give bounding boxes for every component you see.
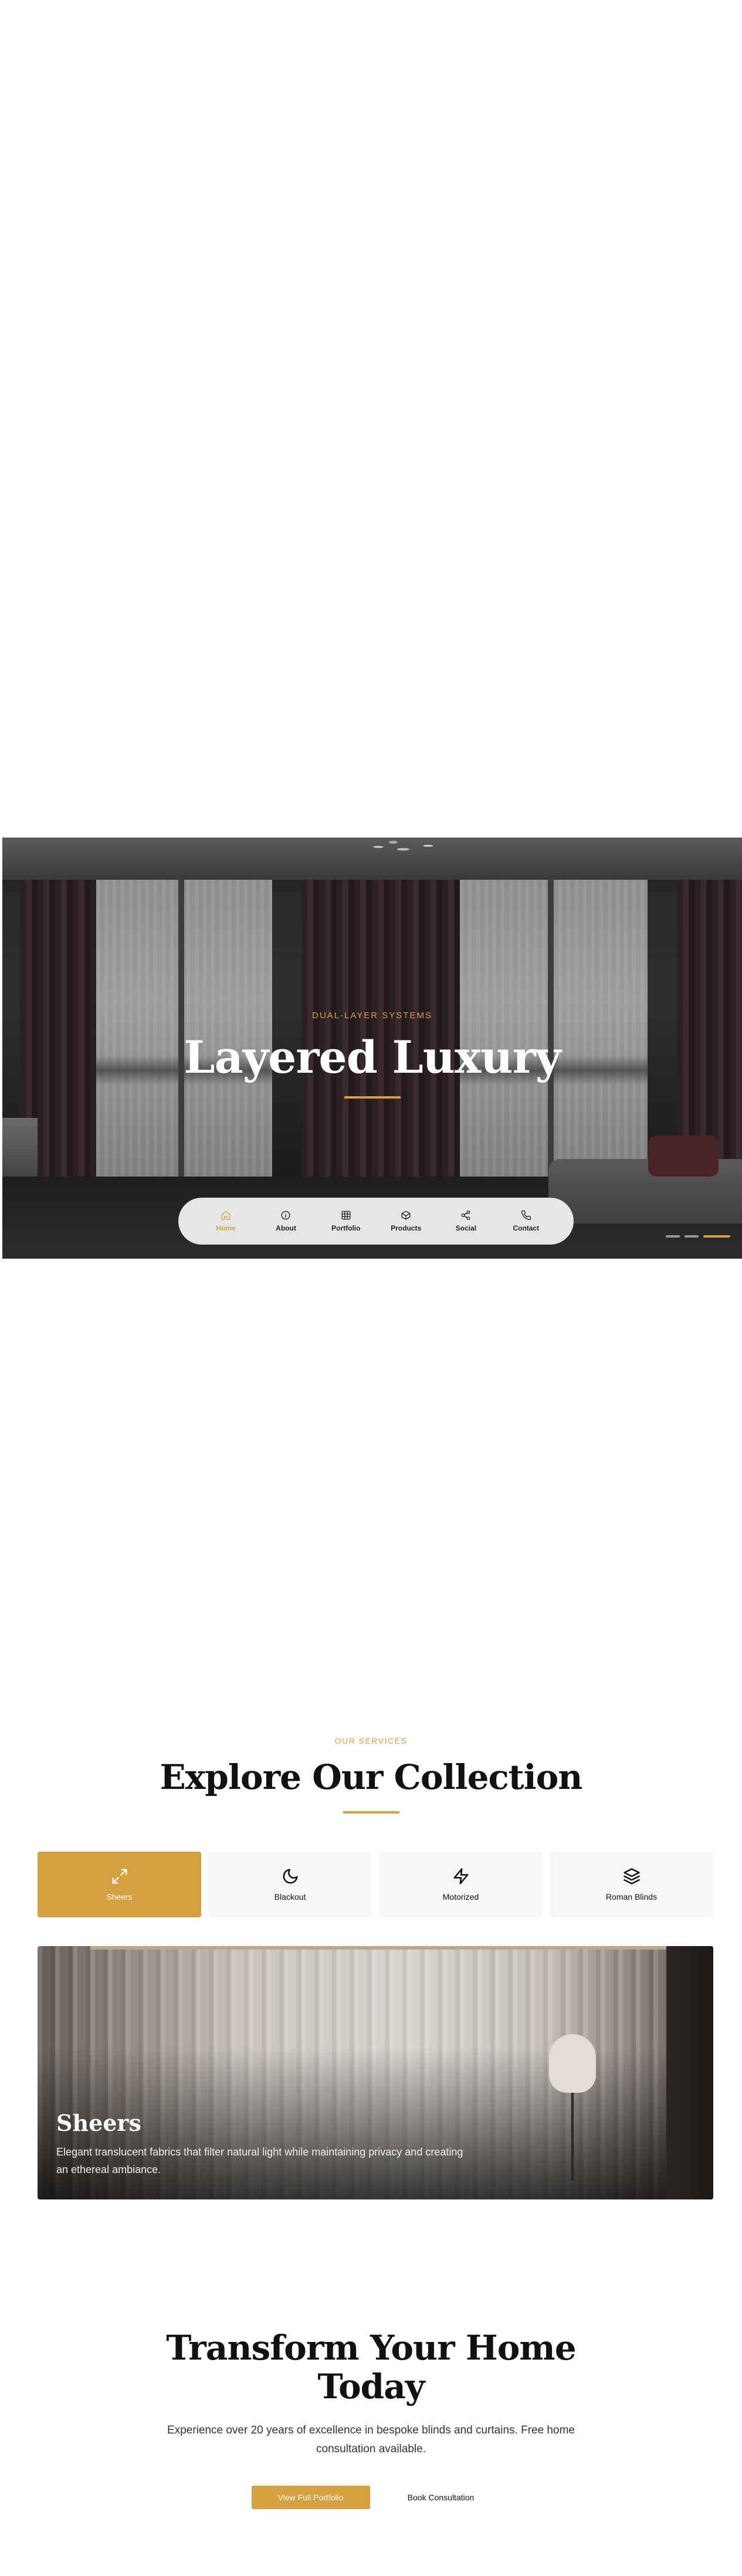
bookshelf-image [666,1946,713,2199]
service-card-sheers: Sheers Elegant translucent fabrics that … [38,1946,713,2199]
nav-item-portfolio[interactable]: Portfolio [323,1210,370,1232]
expand-arrows-icon [112,1869,127,1884]
cta-title: Transform Your Home Today [166,2328,576,2406]
slide-indicator-3[interactable] [703,1235,730,1238]
hero-divider [344,1096,401,1099]
layers-icon [623,1868,640,1884]
cta-buttons: View Full Portfolio Book Consultation [0,2486,742,2509]
services-divider [343,1811,399,1814]
tab-label: Blackout [274,1892,306,1902]
nav-item-about[interactable]: About [262,1210,309,1232]
slide-indicator-2[interactable] [685,1235,699,1238]
tab-motorized[interactable]: Motorized [379,1852,543,1917]
share-icon [462,1210,470,1221]
cushion-image [648,1136,719,1177]
tab-roman-blinds[interactable]: Roman Blinds [550,1852,713,1917]
view-portfolio-button[interactable]: View Full Portfolio [251,2486,370,2509]
chandelier-image [348,838,448,861]
slide-indicators [666,1235,730,1238]
nav-label: Portfolio [331,1224,361,1232]
hero-section: DUAL-LAYER SYSTEMS Layered Luxury Home A… [2,838,742,1259]
nav-item-contact[interactable]: Contact [503,1210,550,1232]
tab-blackout[interactable]: Blackout [208,1852,372,1917]
floor-lamp-stem [571,2093,574,2181]
service-card-title: Sheers [56,2110,141,2136]
services-title: Explore Our Collection [160,1757,583,1797]
tab-sheers[interactable]: Sheers [38,1852,201,1917]
tab-label: Roman Blinds [605,1892,658,1902]
nav-item-social[interactable]: Social [442,1210,489,1232]
curtain-rod-image [90,1946,672,1950]
grid-icon [341,1211,351,1220]
nav-item-products[interactable]: Products [382,1210,429,1232]
moon-icon [283,1869,297,1884]
side-table-image [2,1118,38,1177]
hero-eyebrow: DUAL-LAYER SYSTEMS [312,1011,432,1021]
nav-label: Social [455,1224,477,1232]
nav-item-home[interactable]: Home [202,1210,249,1232]
hero-title: Layered Luxury [184,1031,561,1083]
slide-indicator-1[interactable] [666,1235,680,1238]
cta-section: Transform Your Home Today Experience ove… [0,2328,742,2509]
box-icon [401,1211,411,1220]
floor-lamp-image [549,2034,596,2093]
tab-label: Motorized [442,1892,479,1902]
nav-label: Contact [513,1224,540,1232]
tab-label: Sheers [106,1892,133,1902]
services-header: OUR SERVICES Explore Our Collection [0,1736,742,1814]
nav-label: About [276,1224,296,1232]
book-consultation-button[interactable]: Book Consultation [391,2486,491,2509]
phone-icon [521,1210,531,1221]
home-icon [221,1211,231,1221]
nav-label: Home [216,1224,236,1232]
service-tabs: Sheers Blackout Motorized Roman Blinds [38,1852,713,1917]
service-card-description: Elegant translucent fabrics that filter … [56,2146,463,2175]
services-eyebrow: OUR SERVICES [334,1736,408,1745]
nav-label: Products [391,1224,422,1232]
info-icon [282,1211,290,1220]
hero-content: DUAL-LAYER SYSTEMS Layered Luxury [2,1011,742,1099]
lightning-icon [453,1868,468,1884]
cta-description: Experience over 20 years of excellence i… [167,2424,575,2455]
service-card-text: Sheers Elegant translucent fabrics that … [56,2110,467,2178]
bottom-nav: Home About Portfolio Products Social Con… [178,1198,574,1245]
